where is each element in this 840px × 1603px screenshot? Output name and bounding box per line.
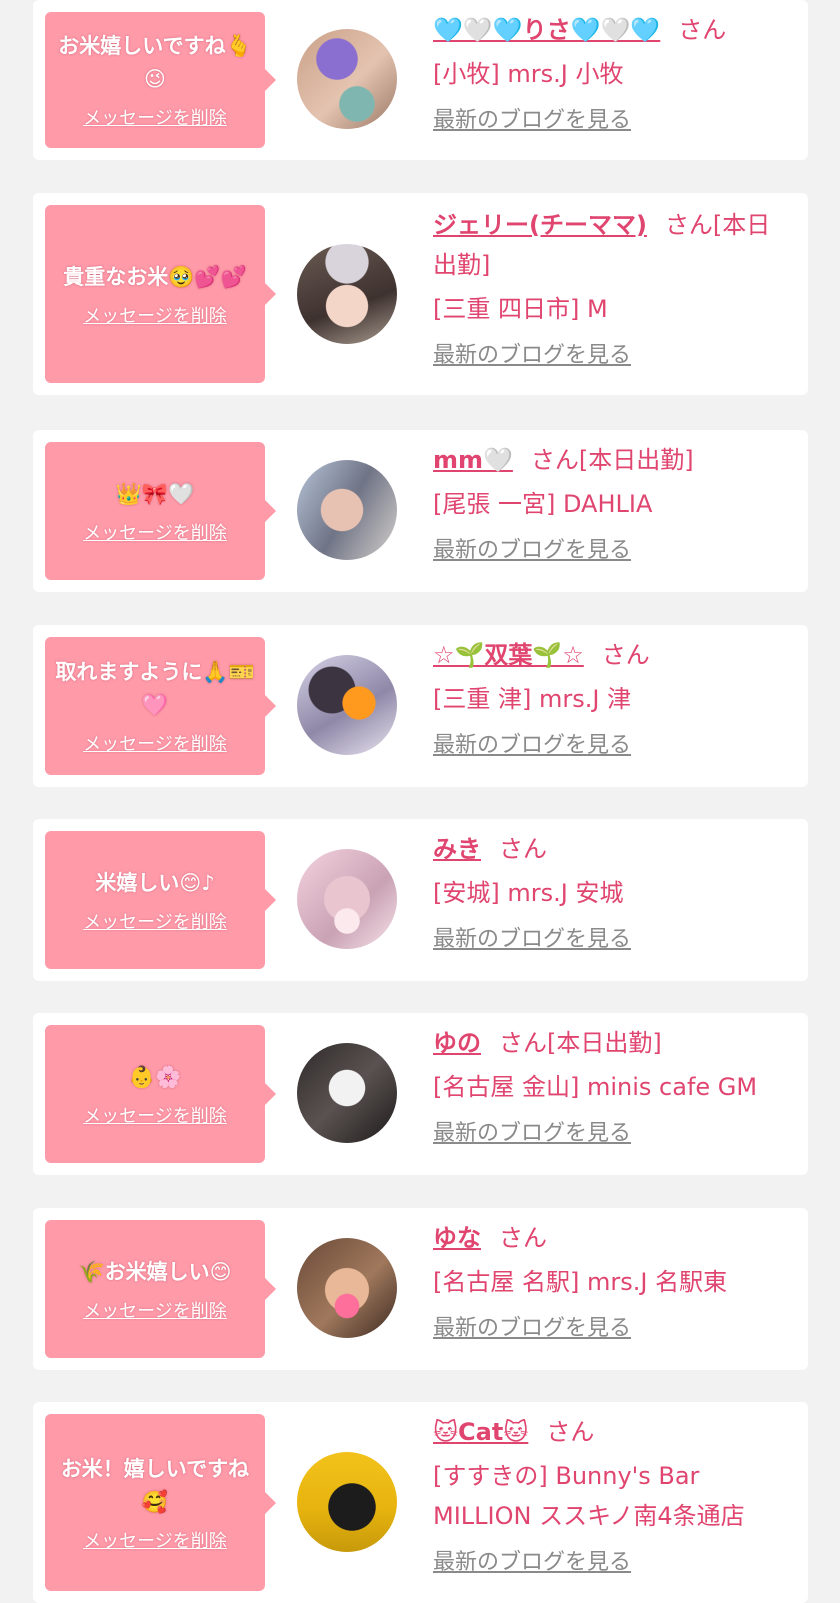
message-bubble: 米嬉しい😊♪ メッセージを削除	[45, 831, 276, 969]
delete-message-button[interactable]: メッセージを削除	[83, 730, 227, 756]
profile-info: ジェリー(チーママ) さん[本日出勤] [三重 四日市] M 最新のブログを見る	[433, 205, 793, 371]
message-bubble: お米嬉しいですね🫰😉 メッセージを削除	[45, 12, 276, 148]
avatar[interactable]	[297, 244, 397, 344]
avatar[interactable]	[297, 1238, 397, 1338]
latest-blog-link[interactable]: 最新のブログを見る	[433, 925, 631, 955]
message-card: 🌾お米嬉しい😊 メッセージを削除 ゆな さん [名古屋 名駅] mrs.J 名駅東…	[33, 1208, 808, 1370]
latest-blog-link[interactable]: 最新のブログを見る	[433, 731, 631, 761]
shop-text: [小牧] mrs.J 小牧	[433, 60, 624, 88]
profile-info: 🐱Cat🐱 さん [すすきの] Bunny's Bar MILLION ススキノ南…	[433, 1412, 793, 1578]
latest-blog-link[interactable]: 最新のブログを見る	[433, 536, 631, 566]
message-text: 🌾お米嬉しい😊	[78, 1259, 232, 1284]
profile-name-link[interactable]: 🩵🤍🩵りさ🩵🤍🩵	[433, 16, 660, 44]
name-suffix: さん[本日出勤]	[499, 1029, 662, 1057]
profile-name-link[interactable]: ゆの	[433, 1029, 481, 1057]
shop-text: [名古屋 名駅] mrs.J 名駅東	[433, 1268, 728, 1296]
name-suffix: さん	[499, 1224, 547, 1252]
name-suffix: さん	[601, 641, 650, 669]
profile-info: ☆🌱双葉🌱☆ さん [三重 津] mrs.J 津 最新のブログを見る	[433, 635, 793, 761]
message-list: お米嬉しいですね🫰😉 メッセージを削除 🩵🤍🩵りさ🩵🤍🩵 さん [小牧] mrs.…	[0, 0, 840, 1603]
delete-message-button[interactable]: メッセージを削除	[83, 104, 227, 130]
message-bubble: 貴重なお米🥹💕💕 メッセージを削除	[45, 205, 276, 383]
avatar[interactable]	[297, 1452, 397, 1552]
latest-blog-link[interactable]: 最新のブログを見る	[433, 341, 631, 371]
profile-info: みき さん [安城] mrs.J 安城 最新のブログを見る	[433, 829, 793, 955]
message-bubble: 👶🌸 メッセージを削除	[45, 1025, 276, 1163]
delete-message-button[interactable]: メッセージを削除	[83, 1527, 227, 1553]
shop-text: [三重 四日市] M	[433, 295, 608, 323]
delete-message-button[interactable]: メッセージを削除	[83, 519, 227, 545]
profile-name-link[interactable]: mm🤍	[433, 446, 513, 474]
delete-message-button[interactable]: メッセージを削除	[83, 1297, 227, 1323]
profile-name-link[interactable]: 🐱Cat🐱	[433, 1418, 528, 1446]
shop-text: [すすきの] Bunny's Bar MILLION ススキノ南4条通店	[433, 1462, 745, 1530]
message-card: 👑🎀🤍 メッセージを削除 mm🤍 さん[本日出勤] [尾張 一宮] DAHLIA …	[33, 430, 808, 592]
avatar[interactable]	[297, 849, 397, 949]
delete-message-button[interactable]: メッセージを削除	[83, 908, 227, 934]
message-card: 👶🌸 メッセージを削除 ゆの さん[本日出勤] [名古屋 金山] minis ca…	[33, 1013, 808, 1175]
profile-name-link[interactable]: ゆな	[433, 1224, 481, 1252]
name-suffix: さん	[546, 1418, 595, 1446]
message-bubble: 🌾お米嬉しい😊 メッセージを削除	[45, 1220, 276, 1358]
message-card: 取れますように🙏🎫🩷 メッセージを削除 ☆🌱双葉🌱☆ さん [三重 津] mrs.…	[33, 625, 808, 787]
profile-info: mm🤍 さん[本日出勤] [尾張 一宮] DAHLIA 最新のブログを見る	[433, 440, 793, 566]
message-text: 👶🌸	[128, 1064, 182, 1089]
shop-text: [安城] mrs.J 安城	[433, 879, 624, 907]
avatar[interactable]	[297, 1043, 397, 1143]
profile-name-link[interactable]: ジェリー(チーママ)	[433, 211, 647, 239]
profile-info: 🩵🤍🩵りさ🩵🤍🩵 さん [小牧] mrs.J 小牧 最新のブログを見る	[433, 10, 793, 136]
latest-blog-link[interactable]: 最新のブログを見る	[433, 1119, 631, 1149]
avatar[interactable]	[297, 460, 397, 560]
name-suffix: さん	[678, 16, 727, 44]
message-bubble: お米！嬉しいですね🥰 メッセージを削除	[45, 1414, 276, 1591]
message-text: 貴重なお米🥹💕💕	[63, 264, 247, 289]
latest-blog-link[interactable]: 最新のブログを見る	[433, 1548, 631, 1578]
delete-message-button[interactable]: メッセージを削除	[83, 1102, 227, 1128]
shop-text: [名古屋 金山] minis cafe GM	[433, 1073, 758, 1101]
name-suffix: さん[本日出勤]	[530, 446, 694, 474]
message-bubble: 取れますように🙏🎫🩷 メッセージを削除	[45, 637, 276, 775]
message-card: お米！嬉しいですね🥰 メッセージを削除 🐱Cat🐱 さん [すすきの] Bunny…	[33, 1402, 808, 1603]
message-text: お米嬉しいですね🫰😉	[58, 34, 252, 91]
message-bubble: 👑🎀🤍 メッセージを削除	[45, 442, 276, 580]
message-card: 貴重なお米🥹💕💕 メッセージを削除 ジェリー(チーママ) さん[本日出勤] [三重…	[33, 193, 808, 395]
avatar[interactable]	[297, 29, 397, 129]
message-text: 取れますように🙏🎫🩷	[55, 660, 255, 717]
latest-blog-link[interactable]: 最新のブログを見る	[433, 106, 631, 136]
shop-text: [三重 津] mrs.J 津	[433, 685, 632, 713]
latest-blog-link[interactable]: 最新のブログを見る	[433, 1314, 631, 1344]
shop-text: [尾張 一宮] DAHLIA	[433, 490, 653, 518]
message-card: 米嬉しい😊♪ メッセージを削除 みき さん [安城] mrs.J 安城 最新のブロ…	[33, 819, 808, 981]
profile-info: ゆの さん[本日出勤] [名古屋 金山] minis cafe GM 最新のブログ…	[433, 1023, 793, 1149]
message-text: お米！嬉しいですね🥰	[60, 1456, 250, 1514]
profile-info: ゆな さん [名古屋 名駅] mrs.J 名駅東 最新のブログを見る	[433, 1218, 793, 1344]
avatar[interactable]	[297, 655, 397, 755]
delete-message-button[interactable]: メッセージを削除	[83, 302, 227, 328]
message-text: 👑🎀🤍	[115, 481, 195, 506]
profile-name-link[interactable]: ☆🌱双葉🌱☆	[433, 641, 584, 669]
profile-name-link[interactable]: みき	[433, 835, 481, 863]
message-text: 米嬉しい😊♪	[95, 870, 215, 895]
name-suffix: さん	[499, 835, 547, 863]
message-card: お米嬉しいですね🫰😉 メッセージを削除 🩵🤍🩵りさ🩵🤍🩵 さん [小牧] mrs.…	[33, 0, 808, 160]
